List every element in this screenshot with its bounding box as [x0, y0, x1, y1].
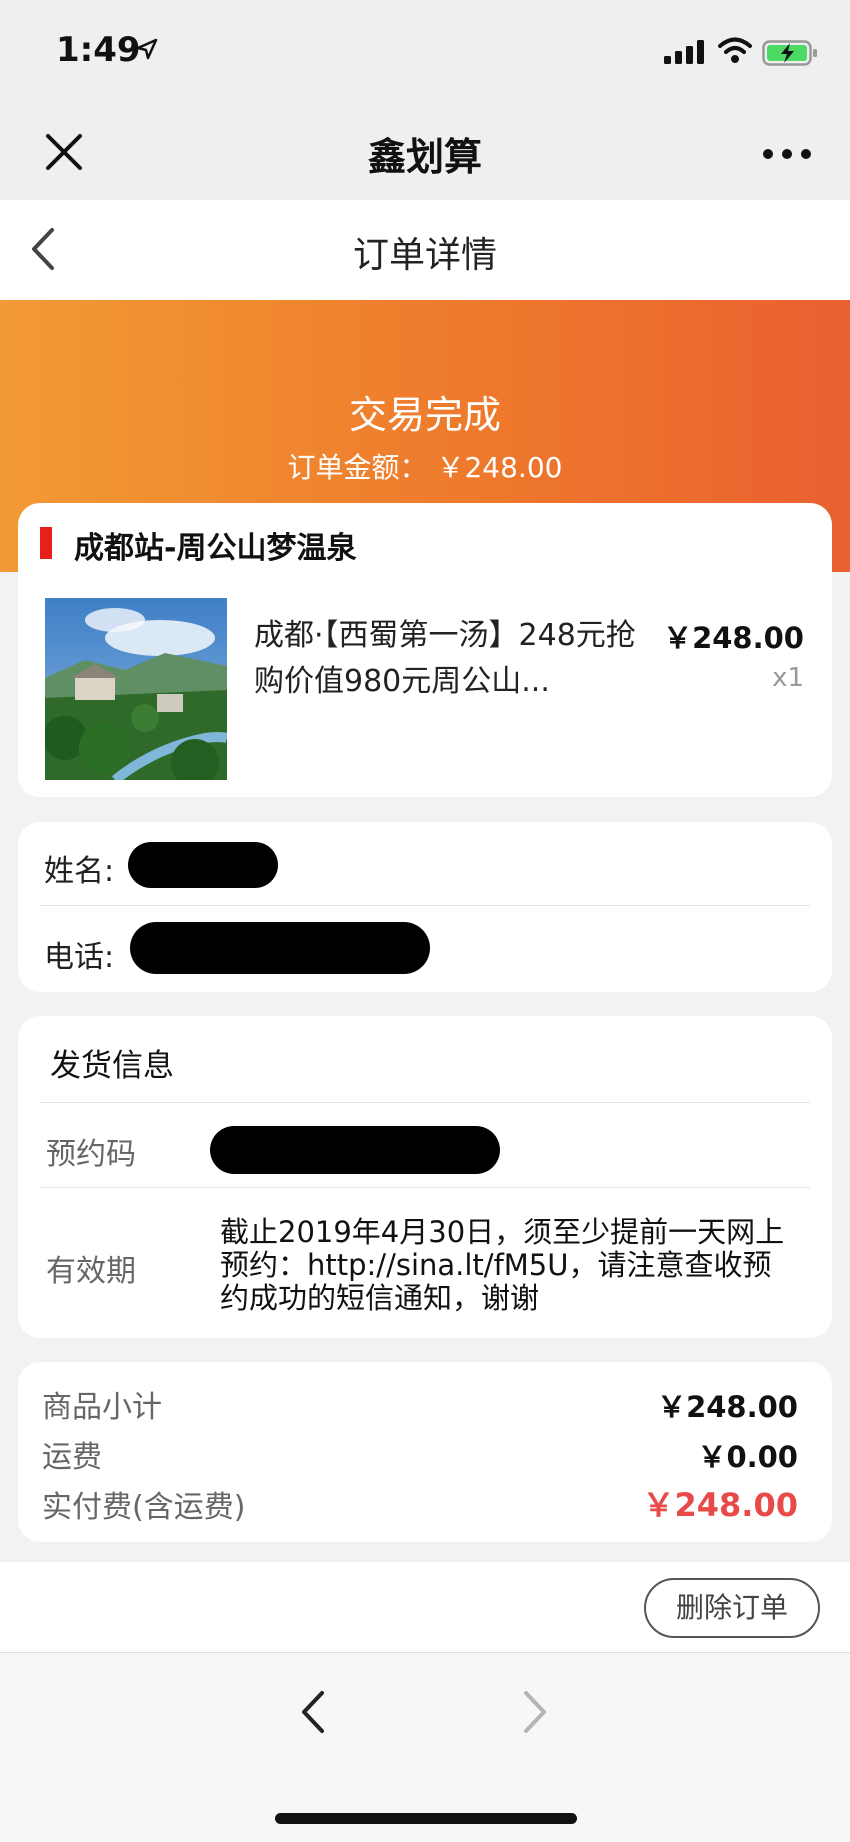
wifi-icon: [718, 37, 752, 63]
page-nav-bar: 订单详情: [0, 200, 850, 300]
browser-back-icon[interactable]: [296, 1687, 328, 1737]
shipping-fee-label: 运费: [42, 1440, 102, 1475]
product-quantity: x1: [772, 663, 804, 693]
browser-forward-icon[interactable]: [520, 1687, 552, 1737]
browser-toolbar: [0, 1652, 850, 1842]
delete-order-button[interactable]: 删除订单: [644, 1578, 820, 1638]
order-action-bar: 删除订单: [0, 1562, 850, 1652]
shipping-title: 发货信息: [50, 1048, 174, 1084]
order-amount-label: 订单金额：: [287, 451, 428, 484]
product-price: ￥248.00: [663, 621, 804, 655]
battery-charging-icon: [762, 40, 817, 66]
product-title[interactable]: 成都·【西蜀第一汤】248元抢购价值980元周公山...: [254, 613, 664, 705]
app-title: 鑫划算: [367, 135, 482, 179]
shipping-fee-value: ￥0.00: [697, 1440, 798, 1474]
shipping-info-card: 发货信息 预约码 有效期 截止2019年4月30日，须至少提前一天网上预约：ht…: [18, 1016, 832, 1338]
phone-label: 电话:: [44, 940, 115, 975]
subtotal-label: 商品小计: [42, 1390, 162, 1425]
divider: [40, 1187, 810, 1188]
product-thumbnail[interactable]: [45, 598, 227, 780]
divider: [40, 905, 810, 906]
order-amount-line: 订单金额： ￥248.00: [0, 446, 850, 486]
home-indicator[interactable]: [275, 1813, 577, 1824]
payment-summary-card: 商品小计 ￥248.00 运费 ￥0.00 实付费(含运费) ￥248.00: [18, 1362, 832, 1542]
paid-label: 实付费(含运费): [42, 1490, 246, 1525]
signal-icon: [664, 40, 704, 64]
location-arrow-icon: [136, 38, 158, 60]
status-bar: 1:49: [0, 0, 850, 104]
validity-text[interactable]: 截止2019年4月30日，须至少提前一天网上预约：http://sina.lt/…: [220, 1216, 800, 1315]
product-card: 成都站-周公山梦温泉 成都·【西蜀第一汤】248元抢购价值980元周公山... …: [18, 503, 832, 797]
paid-value: ￥248.00: [642, 1486, 799, 1524]
shop-name[interactable]: 成都站-周公山梦温泉: [74, 523, 356, 567]
divider: [40, 1102, 810, 1103]
page-title: 订单详情: [352, 235, 497, 276]
status-time: 1:49: [56, 30, 141, 70]
shop-marker: [40, 527, 52, 559]
order-amount: ￥248.00: [436, 451, 563, 484]
redacted-phone: [130, 922, 430, 974]
validity-label: 有效期: [46, 1254, 136, 1289]
subtotal-value: ￥248.00: [657, 1390, 798, 1424]
order-status: 交易完成: [348, 393, 501, 437]
more-icon[interactable]: [762, 148, 812, 160]
app-title-bar: 鑫划算: [0, 104, 850, 200]
name-label: 姓名:: [44, 854, 115, 889]
redacted-name: [128, 842, 278, 888]
contact-card: 姓名: 电话:: [18, 822, 832, 992]
redacted-reservation-code: [210, 1126, 500, 1174]
reservation-code-label: 预约码: [46, 1137, 136, 1172]
